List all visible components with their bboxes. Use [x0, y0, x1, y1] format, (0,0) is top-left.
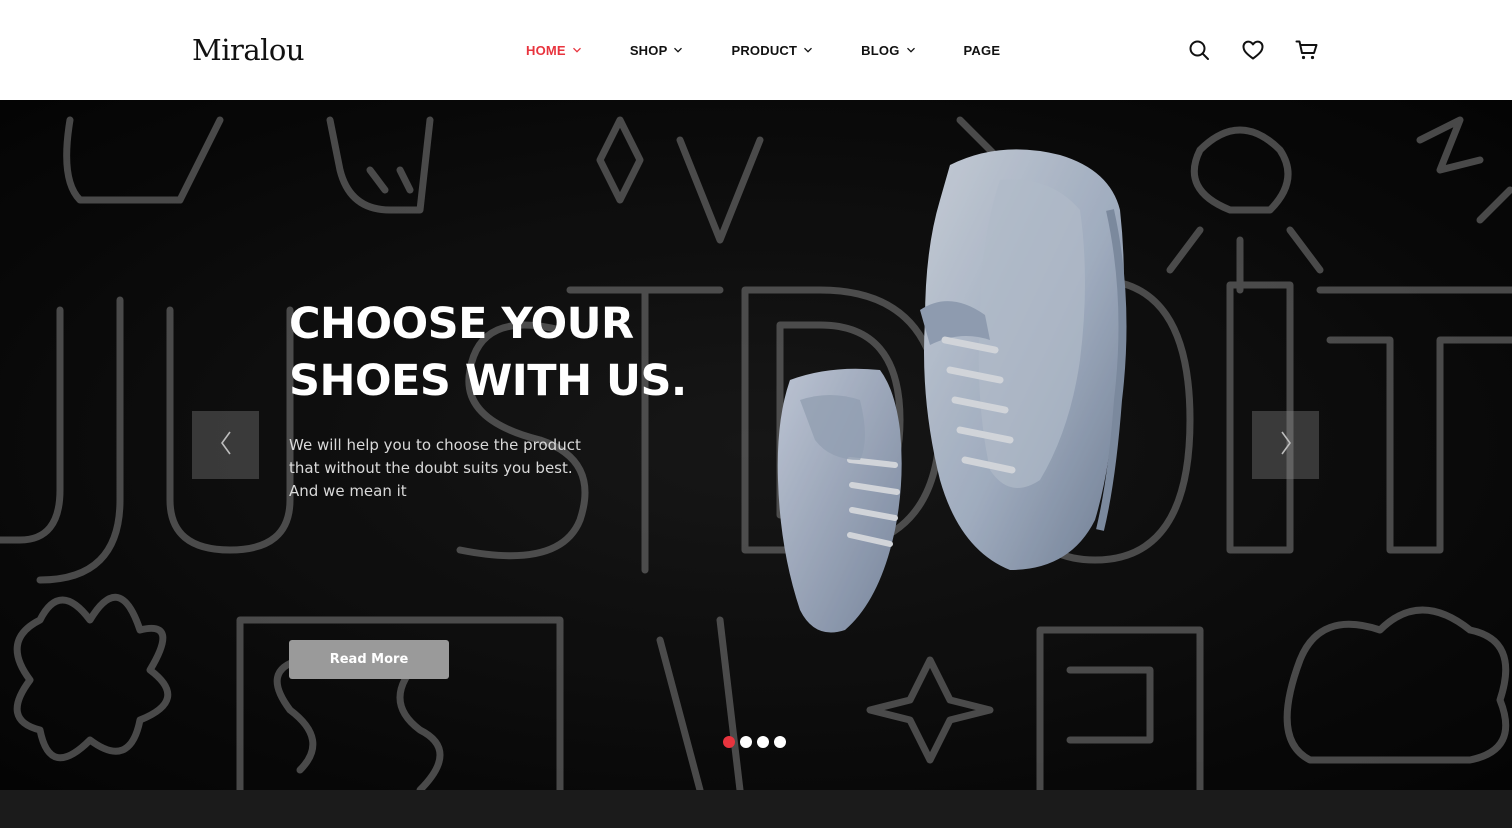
- hero-slider: CHOOSE YOUR SHOES WITH US. We will help …: [0, 100, 1512, 790]
- hero-description-line: And we mean it: [289, 482, 407, 500]
- slider-dot-4[interactable]: [774, 736, 786, 748]
- cart-icon[interactable]: [1294, 37, 1320, 63]
- chevron-down-icon: [673, 45, 683, 55]
- chevron-down-icon: [906, 45, 916, 55]
- site-logo[interactable]: Miralou: [192, 30, 305, 70]
- slider-dot-1[interactable]: [723, 736, 735, 748]
- slider-dot-2[interactable]: [740, 736, 752, 748]
- nav-item-product[interactable]: PRODUCT: [731, 43, 813, 58]
- hero-content: CHOOSE YOUR SHOES WITH US. We will help …: [289, 296, 709, 679]
- chevron-right-icon: [1278, 429, 1294, 462]
- slider-dots: [723, 736, 791, 748]
- nav-item-label: SHOP: [629, 42, 668, 58]
- nav-item-label: PRODUCT: [731, 42, 798, 58]
- search-icon[interactable]: [1186, 37, 1212, 63]
- slider-prev-button[interactable]: [192, 411, 259, 479]
- header-icons: [1186, 37, 1320, 63]
- nav-item-page[interactable]: PAGE: [964, 43, 1001, 58]
- next-section-strip: [0, 790, 1512, 828]
- hero-title-line: CHOOSE YOUR: [289, 299, 634, 349]
- hero-description: We will help you to choose the product t…: [289, 434, 609, 503]
- heart-icon[interactable]: [1240, 37, 1266, 63]
- read-more-button[interactable]: Read More: [289, 640, 449, 679]
- site-header: Miralou HOME SHOP PRODUCT BLOG PAGE: [0, 0, 1512, 100]
- slider-next-button[interactable]: [1252, 411, 1319, 479]
- chevron-left-icon: [218, 429, 234, 462]
- nav-item-label: BLOG: [861, 42, 900, 58]
- hero-description-line: We will help you to choose the product: [289, 436, 581, 454]
- slider-dot-3[interactable]: [757, 736, 769, 748]
- nav-item-home[interactable]: HOME: [526, 43, 582, 58]
- hero-description-line: that without the doubt suits you best.: [289, 459, 573, 477]
- chevron-down-icon: [803, 45, 813, 55]
- nav-item-shop[interactable]: SHOP: [630, 43, 684, 58]
- main-nav: HOME SHOP PRODUCT BLOG PAGE: [526, 37, 1048, 63]
- nav-item-label: HOME: [526, 42, 566, 58]
- chevron-down-icon: [572, 45, 582, 55]
- hero-title: CHOOSE YOUR SHOES WITH US.: [289, 296, 709, 410]
- nav-item-label: PAGE: [963, 42, 1001, 58]
- hero-title-line: SHOES WITH US.: [289, 356, 687, 406]
- nav-item-blog[interactable]: BLOG: [861, 43, 915, 58]
